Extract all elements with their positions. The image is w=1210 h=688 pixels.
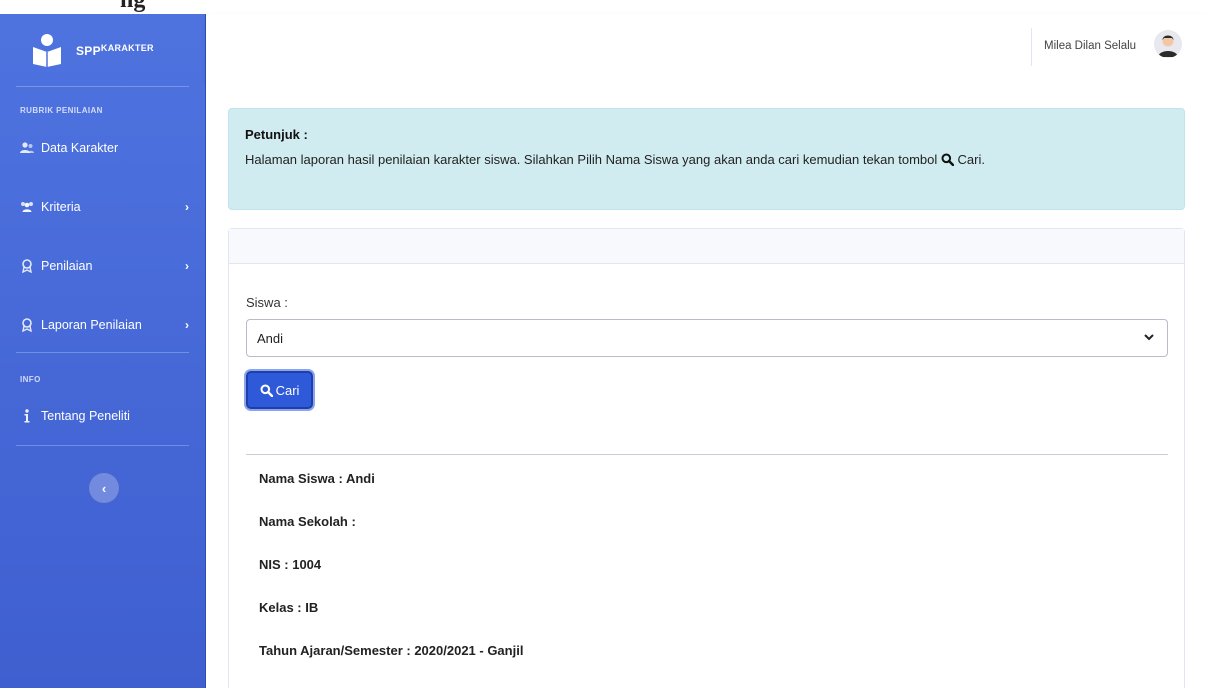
info-alert: Petunjuk : Halaman laporan hasil penilai… <box>228 108 1185 210</box>
tahun-ajaran-text: Tahun Ajaran/Semester : 2020/2021 - Ganj… <box>259 643 524 658</box>
sidebar-item-label: Penilaian <box>41 259 93 273</box>
sidebar-item-tentang-peneliti[interactable]: Tentang Peneliti <box>0 404 205 428</box>
chevron-right-icon: › <box>185 318 189 332</box>
users-cog-icon <box>20 200 34 214</box>
user-name[interactable]: Milea Dilan Selalu <box>1044 40 1136 52</box>
alert-title: Petunjuk : <box>245 127 308 142</box>
chevron-down-icon <box>1143 331 1155 346</box>
cut-off-heading: ng <box>120 0 146 13</box>
cari-button-label: Cari <box>275 382 300 398</box>
sidebar-divider <box>16 352 189 353</box>
section-label-rubrik: RUBRIK PENILAIAN <box>20 106 103 115</box>
alert-text-end: Cari. <box>957 152 985 167</box>
sidebar-toggle-button[interactable]: ‹ <box>89 473 119 503</box>
alert-text: Halaman laporan hasil penilaian karakter… <box>245 152 985 167</box>
sidebar-item-label: Tentang Peneliti <box>41 409 130 423</box>
info-icon <box>20 409 34 423</box>
sidebar-divider <box>16 445 189 446</box>
card-header <box>229 229 1184 264</box>
chevron-left-icon: ‹ <box>101 480 107 496</box>
sidebar-item-kriteria[interactable]: Kriteria › <box>0 195 205 219</box>
award-icon <box>20 318 34 332</box>
page-top-strip: ng <box>0 0 1210 14</box>
sidebar: SPPKARAKTER RUBRIK PENILAIAN Data Karakt… <box>0 14 206 688</box>
main-content: Petunjuk : Halaman laporan hasil penilai… <box>206 82 1210 688</box>
brand[interactable]: SPPKARAKTER <box>0 14 205 86</box>
content-divider <box>246 454 1168 455</box>
award-icon <box>20 259 34 273</box>
nis-text: NIS : 1004 <box>259 557 322 572</box>
sidebar-item-label: Data Karakter <box>41 141 119 155</box>
section-label-info: INFO <box>20 375 41 384</box>
chevron-right-icon: › <box>185 200 189 214</box>
sidebar-item-label: Kriteria <box>41 200 81 214</box>
siswa-selected-value: Andi <box>257 330 284 346</box>
nama-siswa-text: Nama Siswa : Andi <box>259 471 375 486</box>
nama-sekolah-text: Nama Sekolah : <box>259 514 356 529</box>
search-icon <box>941 152 958 167</box>
cari-button[interactable]: Cari <box>246 371 313 409</box>
sidebar-item-data-karakter[interactable]: Data Karakter <box>0 136 205 160</box>
topbar: Milea Dilan Selalu <box>206 14 1210 82</box>
topbar-divider <box>1031 28 1032 66</box>
report-card: Siswa : Andi Cari Nama Siswa : Andi Nama… <box>228 228 1185 688</box>
siswa-select[interactable]: Andi <box>246 319 1168 357</box>
avatar[interactable] <box>1154 30 1182 58</box>
brand-name: SPPKARAKTER <box>76 42 154 58</box>
sidebar-item-laporan-penilaian[interactable]: Laporan Penilaian › <box>0 313 205 337</box>
users-icon <box>20 141 34 155</box>
reading-child-icon <box>30 33 64 67</box>
siswa-label: Siswa : <box>246 295 288 310</box>
alert-text-main: Halaman laporan hasil penilaian karakter… <box>245 152 938 167</box>
sidebar-item-penilaian[interactable]: Penilaian › <box>0 254 205 278</box>
sidebar-item-label: Laporan Penilaian <box>41 318 142 332</box>
kelas-text: Kelas : IB <box>259 600 319 615</box>
sidebar-divider <box>16 86 189 87</box>
chevron-right-icon: › <box>185 259 189 273</box>
search-icon <box>260 384 273 397</box>
